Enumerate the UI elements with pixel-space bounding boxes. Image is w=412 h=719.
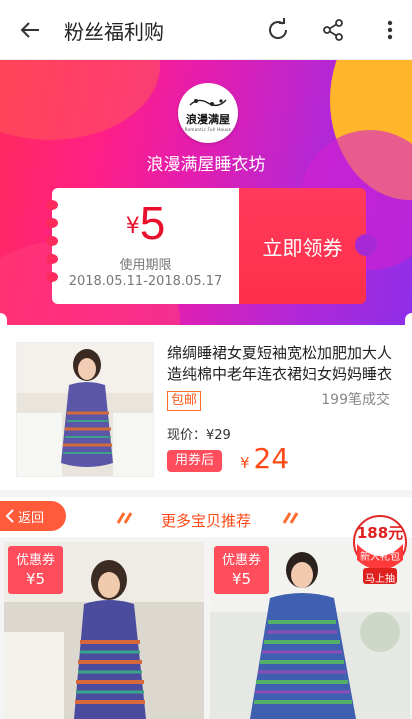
promo-amount: 188元 <box>356 524 404 542</box>
share-icon[interactable] <box>317 14 349 46</box>
divider-notch <box>405 313 412 325</box>
after-coupon-price: ¥24 <box>240 442 290 475</box>
coupon-amount: ¥5 <box>125 197 166 249</box>
coupon-tag: 优惠券 ¥5 <box>8 546 63 594</box>
logo-text: 浪漫满屋 <box>186 112 230 126</box>
free-shipping-badge: 包邮 <box>167 391 202 411</box>
refresh-icon[interactable] <box>262 14 294 46</box>
recommend-card[interactable]: 优惠券 ¥5 <box>4 542 204 719</box>
coupon-tag: 优惠券 ¥5 <box>214 546 269 594</box>
product-card[interactable]: 绵绸睡裙女夏短袖宽松加肥加大人造纯棉中老年连衣裙妇女妈妈睡衣 包邮 199笔成交… <box>0 325 412 490</box>
after-coupon-tag: 用券后 <box>167 450 222 472</box>
claim-coupon-button[interactable]: 立即领券 <box>239 188 377 304</box>
top-bar: 粉丝福利购 <box>0 0 412 60</box>
more-vertical-icon[interactable] <box>374 14 406 46</box>
decor-blob <box>0 60 160 140</box>
new-user-gift-promo[interactable]: 188元 新人礼包 马上抽 <box>349 514 411 588</box>
shop-logo[interactable]: 浪漫满屋 Romantic Full House <box>178 83 238 143</box>
decor-slash-icon <box>282 512 299 524</box>
shop-hero-banner: 浪漫满屋 Romantic Full House 浪漫满屋睡衣坊 ¥5 使用期限… <box>0 60 412 325</box>
coupon-value-panel: ¥5 使用期限 2018.05.11-2018.05.17 <box>46 188 239 304</box>
page-title: 粉丝福利购 <box>64 20 164 44</box>
back-arrow-icon[interactable] <box>14 14 46 46</box>
promo-label: 新人礼包 <box>360 552 400 563</box>
claim-coupon-label: 立即领券 <box>262 235 343 260</box>
promo-cta: 马上抽 <box>365 574 395 585</box>
coupon-card: ¥5 使用期限 2018.05.11-2018.05.17 立即领券 <box>46 188 377 304</box>
validity-range: 2018.05.11-2018.05.17 <box>68 274 223 289</box>
shop-name: 浪漫满屋睡衣坊 <box>146 155 266 175</box>
product-title[interactable]: 绵绸睡裙女夏短袖宽松加肥加大人造纯棉中老年连衣裙妇女妈妈睡衣 <box>167 343 397 385</box>
product-image[interactable] <box>16 342 154 477</box>
validity-label: 使用期限 <box>119 258 172 273</box>
logo-subtext: Romantic Full House <box>184 126 232 132</box>
current-price: 现价：¥29 <box>167 428 231 443</box>
vine-icon <box>189 98 227 106</box>
sales-count: 199笔成交 <box>321 392 390 408</box>
